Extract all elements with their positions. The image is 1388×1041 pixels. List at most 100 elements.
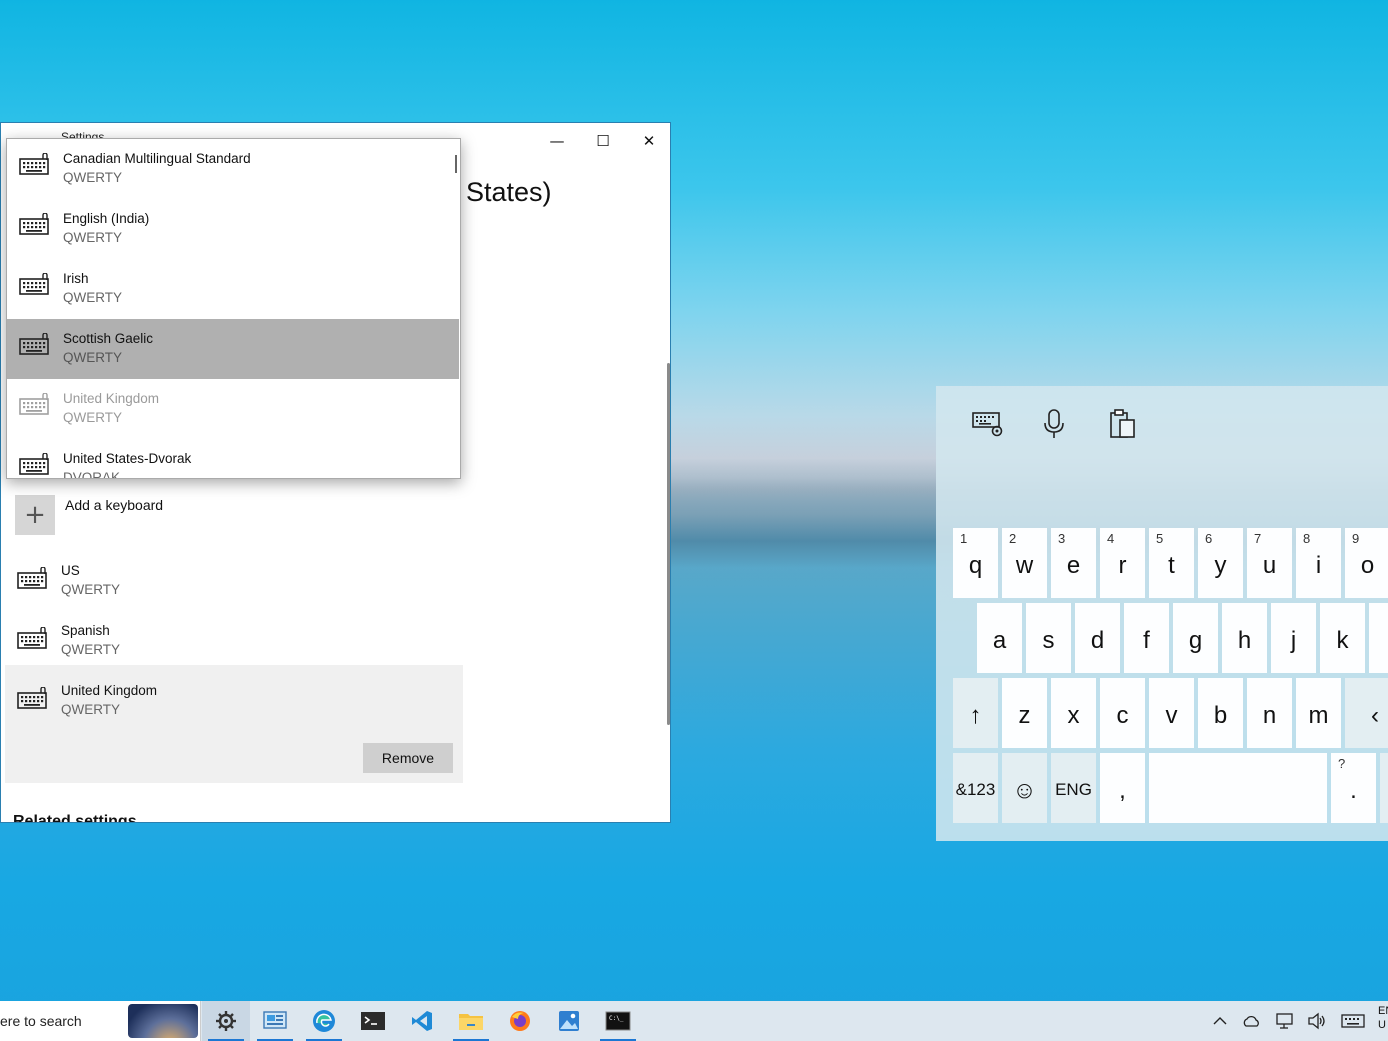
photos-icon[interactable] xyxy=(545,1001,593,1041)
dropdown-item-name: Scottish Gaelic xyxy=(63,331,154,346)
key-j[interactable]: j xyxy=(1271,603,1316,673)
key-q[interactable]: 1q xyxy=(953,528,998,598)
key-u[interactable]: 7u xyxy=(1247,528,1292,598)
backspace-key[interactable]: ‹ xyxy=(1345,678,1388,748)
keyboard-name: United Kingdom xyxy=(61,683,158,698)
network-icon[interactable] xyxy=(1269,1001,1301,1041)
dropdown-item[interactable]: United States-Dvorak DVORAK xyxy=(7,439,459,478)
firefox-icon[interactable] xyxy=(496,1001,544,1041)
key-d[interactable]: d xyxy=(1075,603,1120,673)
key-label: w xyxy=(1015,552,1034,579)
enter-key[interactable] xyxy=(1380,753,1388,823)
terminal-icon[interactable] xyxy=(349,1001,397,1041)
key-number-hint: 3 xyxy=(1058,531,1066,546)
key-label: u xyxy=(1262,552,1277,579)
key-label: h xyxy=(1237,627,1252,654)
key-e[interactable]: 3e xyxy=(1051,528,1096,598)
onedrive-icon[interactable] xyxy=(1236,1001,1268,1041)
microphone-icon[interactable] xyxy=(1034,406,1074,442)
chevron-up-icon[interactable] xyxy=(1204,1001,1236,1041)
dropdown-item-name: Irish xyxy=(63,271,89,286)
dropdown-item[interactable]: United Kingdom QWERTY xyxy=(7,379,459,439)
key-i[interactable]: 8i xyxy=(1296,528,1341,598)
dropdown-item-layout: QWERTY xyxy=(63,230,123,245)
symbols-key[interactable]: &123 xyxy=(953,753,998,823)
key-v[interactable]: v xyxy=(1149,678,1194,748)
key-number-hint: ? xyxy=(1338,756,1346,771)
dropdown-item[interactable]: English (India) QWERTY xyxy=(7,199,459,259)
language-key[interactable]: ENG xyxy=(1051,753,1096,823)
search-highlight-image xyxy=(128,1004,198,1038)
remove-button[interactable]: Remove xyxy=(363,743,453,773)
dropdown-item[interactable]: Scottish Gaelic QWERTY xyxy=(7,319,459,379)
key-extra[interactable] xyxy=(1369,603,1388,673)
language-code: EN xyxy=(1378,1005,1388,1017)
add-keyboard-label[interactable]: Add a keyboard xyxy=(65,497,163,513)
key-f[interactable]: f xyxy=(1124,603,1169,673)
file-explorer-icon[interactable] xyxy=(447,1001,495,1041)
spacebar-key[interactable] xyxy=(1149,753,1327,823)
keyboard-layout: QWERTY xyxy=(61,702,121,717)
keyboard-settings-icon[interactable] xyxy=(968,406,1008,442)
search-box[interactable]: ere to search xyxy=(0,1001,201,1041)
key-x[interactable]: x xyxy=(1051,678,1096,748)
key-s[interactable]: s xyxy=(1026,603,1071,673)
key-t[interactable]: 5t xyxy=(1149,528,1194,598)
key-a[interactable]: a xyxy=(977,603,1022,673)
clipboard-icon[interactable] xyxy=(1103,406,1143,442)
key-k[interactable]: k xyxy=(1320,603,1365,673)
scrollbar[interactable] xyxy=(667,363,670,725)
key-c[interactable]: c xyxy=(1100,678,1145,748)
edge-icon[interactable] xyxy=(300,1001,348,1041)
keyboard-list-item[interactable]: US QWERTY xyxy=(5,551,463,611)
key-g[interactable]: g xyxy=(1173,603,1218,673)
key-number-hint: 4 xyxy=(1107,531,1115,546)
keyboard-layout: QWERTY xyxy=(61,642,121,657)
keyboard-list-item[interactable]: Spanish QWERTY xyxy=(5,611,463,671)
touch-keyboard-icon[interactable] xyxy=(1337,1001,1369,1041)
maximize-button[interactable]: ☐ xyxy=(580,127,626,155)
keyboard-name: US xyxy=(61,563,80,578)
key-number-hint: 5 xyxy=(1156,531,1164,546)
keyboard-picker-dropdown[interactable]: Canadian Multilingual Standard QWERTY Engl… xyxy=(6,138,461,479)
key-label: v xyxy=(1165,702,1178,729)
keyboard-icon xyxy=(19,152,51,181)
comma-key[interactable]: , xyxy=(1100,753,1145,823)
add-keyboard-button[interactable]: + xyxy=(15,495,55,535)
key-label: s xyxy=(1042,627,1055,654)
key-label: a xyxy=(992,627,1007,654)
settings-app-icon[interactable] xyxy=(202,1001,250,1041)
dropdown-item[interactable]: Irish QWERTY xyxy=(7,259,459,319)
key-number-hint: 9 xyxy=(1352,531,1360,546)
key-label: . xyxy=(1350,777,1357,804)
key-number-hint: 6 xyxy=(1205,531,1213,546)
key-n[interactable]: n xyxy=(1247,678,1292,748)
vscode-icon[interactable] xyxy=(398,1001,446,1041)
key-o[interactable]: 9o xyxy=(1345,528,1388,598)
touch-keyboard: 1 q 2 w 3 e 4 r 5 t 6 y 7 u 8 i 9 o a s d f g h j k ↑ z x c v b n m ‹ &123 ☺… xyxy=(936,386,1388,841)
key-b[interactable]: b xyxy=(1198,678,1243,748)
language-layout: U xyxy=(1378,1019,1386,1031)
period-key[interactable]: ?. xyxy=(1331,753,1376,823)
dropdown-item[interactable]: Canadian Multilingual Standard QWERTY xyxy=(7,139,459,199)
key-y[interactable]: 6y xyxy=(1198,528,1243,598)
close-button[interactable]: ✕ xyxy=(626,127,670,155)
key-z[interactable]: z xyxy=(1002,678,1047,748)
key-m[interactable]: m xyxy=(1296,678,1341,748)
emoji-key[interactable]: ☺ xyxy=(1002,753,1047,823)
volume-icon[interactable] xyxy=(1301,1001,1333,1041)
minimize-button[interactable]: — xyxy=(534,127,580,155)
key-label: r xyxy=(1118,552,1127,579)
key-w[interactable]: 2w xyxy=(1002,528,1047,598)
language-indicator[interactable]: EN U xyxy=(1378,1004,1388,1032)
keyboard-list-item[interactable]: United Kingdom QWERTY xyxy=(5,671,463,731)
shift-key[interactable]: ↑ xyxy=(953,678,998,748)
keyboard-icon xyxy=(19,212,51,241)
command-prompt-icon[interactable]: C:\_ xyxy=(594,1001,642,1041)
key-label: z xyxy=(1018,702,1031,729)
key-label: m xyxy=(1308,702,1329,729)
key-h[interactable]: h xyxy=(1222,603,1267,673)
control-panel-icon[interactable] xyxy=(251,1001,299,1041)
dropdown-scrollbar[interactable] xyxy=(455,155,457,173)
key-r[interactable]: 4r xyxy=(1100,528,1145,598)
